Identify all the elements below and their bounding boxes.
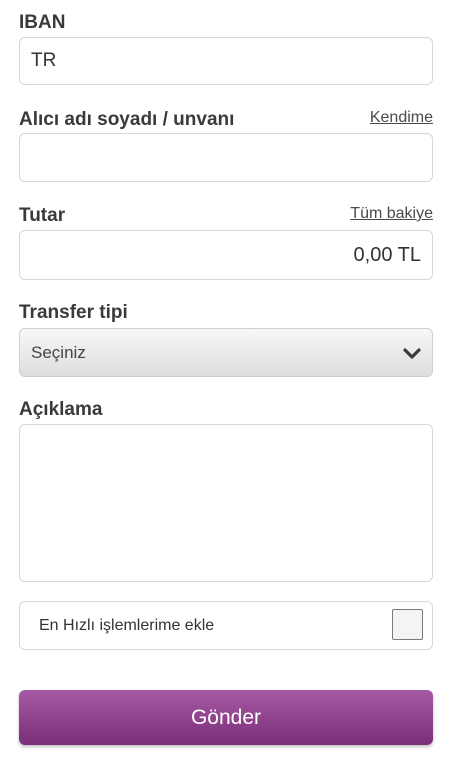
all-balance-link[interactable]: Tüm bakiye — [350, 204, 433, 224]
transfer-type-select[interactable]: Seçiniz — [19, 328, 433, 377]
favorite-label: En Hızlı işlemlerime ekle — [39, 617, 215, 634]
recipient-label: Alıcı adı soyadı / unvanı — [19, 109, 235, 130]
favorite-checkbox[interactable] — [392, 609, 423, 640]
description-textarea[interactable] — [19, 424, 433, 582]
iban-input[interactable]: TR — [19, 37, 433, 85]
transfer-type-label: Transfer tipi — [19, 302, 128, 323]
transfer-type-selected: Seçiniz — [31, 343, 86, 362]
kendime-link[interactable]: Kendime — [370, 108, 433, 128]
iban-label: IBAN — [19, 12, 66, 33]
chevron-down-icon — [403, 348, 421, 359]
amount-label: Tutar — [19, 205, 66, 226]
transfer-form: IBAN TR Alıcı adı soyadı / unvanı Kendim… — [0, 0, 450, 758]
description-label: Açıklama — [19, 399, 103, 420]
favorite-row[interactable]: En Hızlı işlemlerime ekle — [19, 601, 433, 650]
iban-value: TR — [31, 50, 57, 71]
amount-value: 0,00 TL — [353, 244, 421, 266]
submit-button[interactable]: Gönder — [19, 690, 433, 745]
amount-input[interactable]: 0,00 TL — [19, 230, 433, 280]
recipient-input[interactable] — [19, 133, 433, 182]
